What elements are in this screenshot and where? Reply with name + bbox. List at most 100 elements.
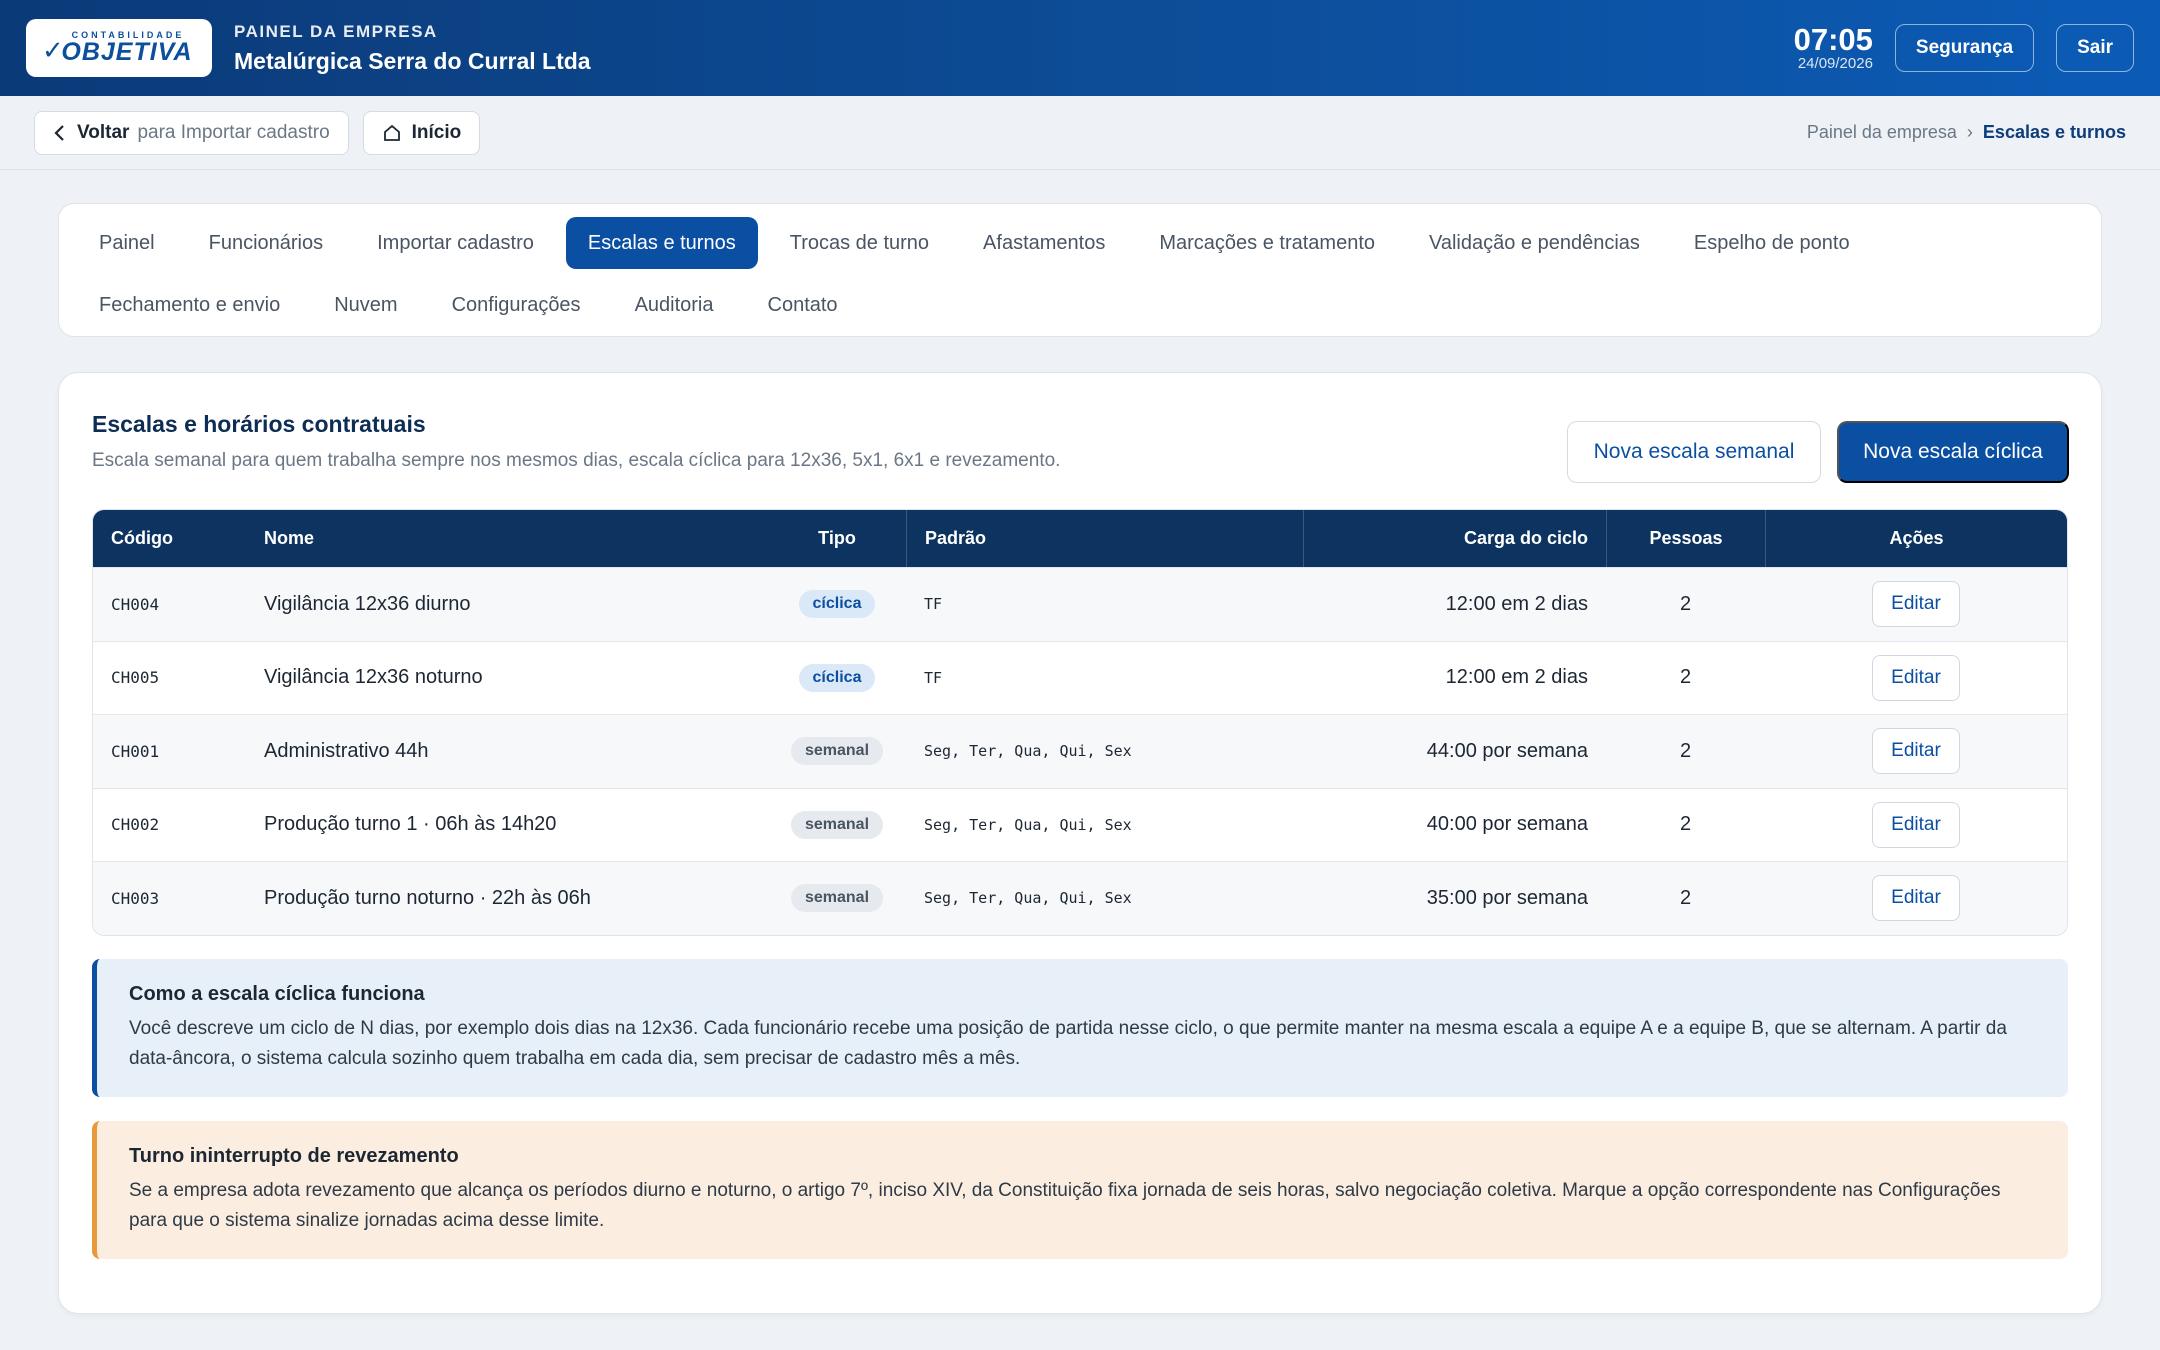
shift-warning-note: Turno ininterrupto de revezamento Se a e… <box>92 1121 2068 1259</box>
clock-time: 07:05 <box>1793 21 1873 57</box>
tab-contato[interactable]: Contato <box>746 279 860 331</box>
sub-navigation: Voltar para Importar cadastro Início Pai… <box>0 96 2160 170</box>
shift-note-title: Turno ininterrupto de revezamento <box>129 1145 459 1167</box>
home-label: Início <box>411 121 462 143</box>
row-code: CH001 <box>111 741 160 761</box>
tab-trocas-de-turno[interactable]: Trocas de turno <box>768 217 951 269</box>
row-code: CH003 <box>111 888 160 908</box>
tab-nuvem[interactable]: Nuvem <box>312 279 419 331</box>
row-people: 2 <box>1679 886 1692 909</box>
company-name: Metalúrgica Serra do Curral Ltda <box>234 47 591 74</box>
edit-button[interactable]: Editar <box>1872 654 1960 701</box>
breadcrumb: Painel da empresa › Escalas e turnos <box>1807 122 2126 143</box>
edit-button[interactable]: Editar <box>1872 801 1960 848</box>
back-label: Voltar <box>77 121 130 143</box>
tab-afastamentos[interactable]: Afastamentos <box>961 217 1127 269</box>
schedules-card: Escalas e horários contratuais Escala se… <box>58 372 2102 1314</box>
col-pattern: Padrão <box>906 510 1303 567</box>
company-logo[interactable]: ✓ CONTABILIDADE OBJETIVA <box>26 19 212 77</box>
page-title: Escalas e horários contratuais <box>92 411 426 437</box>
tab-funcionarios[interactable]: Funcionários <box>187 217 346 269</box>
tabs-card: Painel Funcionários Importar cadastro Es… <box>58 203 2102 337</box>
row-code: CH004 <box>111 594 160 614</box>
cyclic-note-title: Como a escala cíclica funciona <box>129 983 425 1005</box>
type-badge: semanal <box>790 884 884 913</box>
clock: 07:05 24/09/2026 <box>1793 21 1873 72</box>
edit-button[interactable]: Editar <box>1872 581 1960 628</box>
tab-fechamento-e-envio[interactable]: Fechamento e envio <box>77 279 302 331</box>
row-pattern: TF <box>924 595 943 614</box>
tab-importar-cadastro[interactable]: Importar cadastro <box>355 217 556 269</box>
row-code: CH002 <box>111 815 160 835</box>
table-header: Código Nome Tipo Padrão Carga do ciclo P… <box>93 510 2067 567</box>
row-pattern: Seg, Ter, Qua, Qui, Sex <box>924 889 1132 908</box>
cyclic-note-text: Você descreve um ciclo de N dias, por ex… <box>129 1018 2007 1069</box>
row-load: 35:00 por semana <box>1426 886 1588 909</box>
type-badge: cíclica <box>798 590 876 619</box>
col-code: Código <box>111 528 173 548</box>
row-actions: Editar <box>1765 875 2067 922</box>
back-button[interactable]: Voltar para Importar cadastro <box>34 110 349 155</box>
row-type: cíclica <box>768 663 906 692</box>
shift-note-text: Se a empresa adota revezamento que alcan… <box>129 1180 2001 1231</box>
edit-button[interactable]: Editar <box>1872 728 1960 775</box>
breadcrumb-separator-icon: › <box>1966 122 1973 142</box>
breadcrumb-item-current: Escalas e turnos <box>1982 122 2126 142</box>
row-pattern: Seg, Ter, Qua, Qui, Sex <box>924 815 1132 834</box>
tab-row-2: Fechamento e envio Nuvem Configurações A… <box>77 274 2083 336</box>
new-cyclic-schedule-button[interactable]: Nova escala cíclica <box>1837 421 2069 483</box>
tab-espelho-de-ponto[interactable]: Espelho de ponto <box>1672 217 1872 269</box>
type-badge: semanal <box>790 737 884 766</box>
security-button[interactable]: Segurança <box>1894 24 2035 72</box>
type-badge: semanal <box>790 810 884 839</box>
home-button[interactable]: Início <box>362 110 481 155</box>
cyclic-info-note: Como a escala cíclica funciona Você desc… <box>92 959 2068 1097</box>
col-name: Nome <box>264 528 315 548</box>
header-actions: 07:05 24/09/2026 Segurança Sair <box>1794 24 2134 72</box>
row-actions: Editar <box>1765 728 2067 775</box>
chevron-left-icon <box>54 124 64 141</box>
row-actions: Editar <box>1765 654 2067 701</box>
row-people: 2 <box>1679 666 1692 689</box>
row-type: semanal <box>768 737 906 766</box>
col-people: Pessoas <box>1606 510 1765 567</box>
row-type: semanal <box>768 884 906 913</box>
row-pattern: TF <box>924 668 943 687</box>
row-name: Produção turno 1 · 06h às 14h20 <box>264 813 557 836</box>
breadcrumb-item-panel[interactable]: Painel da empresa <box>1807 122 1957 143</box>
home-icon <box>383 124 400 141</box>
logout-button[interactable]: Sair <box>2056 24 2134 72</box>
row-type: semanal <box>768 810 906 839</box>
row-load: 12:00 em 2 dias <box>1445 592 1588 615</box>
row-people: 2 <box>1679 592 1692 615</box>
row-name: Produção turno noturno · 22h às 06h <box>264 886 591 909</box>
table-row: CH002 Produção turno 1 · 06h às 14h20 se… <box>93 787 2067 862</box>
row-load: 12:00 em 2 dias <box>1445 666 1588 689</box>
row-load: 44:00 por semana <box>1426 739 1588 762</box>
row-name: Administrativo 44h <box>264 739 429 762</box>
row-load: 40:00 por semana <box>1426 813 1588 836</box>
tab-painel[interactable]: Painel <box>77 217 177 269</box>
clock-date: 24/09/2026 <box>1797 54 1873 72</box>
new-weekly-schedule-button[interactable]: Nova escala semanal <box>1567 421 1821 483</box>
tab-marcacoes-e-tratamento[interactable]: Marcações e tratamento <box>1137 217 1397 269</box>
row-people: 2 <box>1679 739 1692 762</box>
tab-configuracoes[interactable]: Configurações <box>430 279 603 331</box>
tab-escalas-e-turnos[interactable]: Escalas e turnos <box>565 217 758 269</box>
logo-big-text: OBJETIVA <box>61 37 193 66</box>
row-actions: Editar <box>1765 801 2067 848</box>
card-header: Escalas e horários contratuais Escala se… <box>92 411 1060 472</box>
row-type: cíclica <box>768 590 906 619</box>
row-name: Vigilância 12x36 diurno <box>264 592 471 615</box>
row-people: 2 <box>1679 813 1692 836</box>
company-label: PAINEL DA EMPRESA <box>234 21 438 41</box>
table-row: CH001 Administrativo 44h semanal Seg, Te… <box>93 714 2067 788</box>
type-badge: cíclica <box>798 663 876 692</box>
row-pattern: Seg, Ter, Qua, Qui, Sex <box>924 742 1132 761</box>
tab-row-1: Painel Funcionários Importar cadastro Es… <box>77 212 2083 274</box>
app-header: ✓ CONTABILIDADE OBJETIVA PAINEL DA EMPRE… <box>0 0 2160 96</box>
tab-auditoria[interactable]: Auditoria <box>613 279 736 331</box>
row-code: CH005 <box>111 668 160 688</box>
tab-validacao-e-pendencias[interactable]: Validação e pendências <box>1407 217 1662 269</box>
edit-button[interactable]: Editar <box>1872 875 1960 922</box>
